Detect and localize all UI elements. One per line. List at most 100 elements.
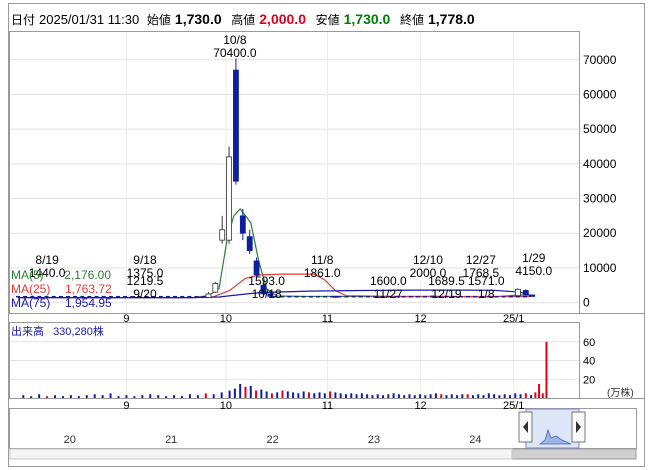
ma75-legend: MA(75) 1,954.95 [11,296,112,310]
volume-title-label: 出来高 [11,326,44,338]
price-annotation: 11/8 [311,253,334,267]
volume-bar [165,396,168,398]
volume-bar [434,393,437,398]
price-annotation: 4150.0 [515,264,552,278]
price-annotation: 1571.0 [468,274,505,288]
navigator-label: 20 [64,434,76,446]
volume-bar [519,394,522,398]
price-annotation: 1861.0 [304,266,341,280]
volume-bar [461,394,464,398]
close-label: 終値 [399,13,424,27]
volume-bar [541,393,544,398]
ma5-legend-value: 2,176.00 [64,268,112,282]
candle-body [522,290,529,296]
volume-bar [545,341,548,398]
volume-bar [228,390,231,398]
price-tick-label: 40000 [583,157,617,171]
price-annotation: 1689.5 [428,274,465,288]
volume-bar [77,396,80,398]
ma75-legend-value: 1,954.95 [64,296,112,310]
volume-bar [360,393,363,398]
navigator-scrollbar-thumb[interactable] [511,448,637,460]
volume-bar [69,395,72,398]
navigator-label: 22 [266,434,278,446]
volume-bar [355,394,358,398]
volume-bar [456,395,459,398]
navigator-label: 21 [165,434,177,446]
ma25-legend: MA(25) 1,763.72 [11,282,112,296]
candle-body [253,260,260,276]
volume-bar [30,396,33,398]
price-tick-label: 70000 [583,53,617,67]
volume-bar [450,394,453,398]
volume-bar [61,396,64,398]
price-tick-label: 10000 [583,261,617,275]
volume-bar [387,394,390,398]
volume-x-tick-label: 9 [123,400,129,412]
volume-bar [344,394,347,398]
volume-bar [376,394,379,398]
volume-bar [482,395,485,398]
volume-tick-label: 40 [583,356,595,368]
volume-bar [54,395,57,398]
volume-bar [524,393,527,398]
volume-bar [323,393,326,398]
volume-bar [220,392,223,398]
price-tick-label: 30000 [583,192,617,206]
volume-bar [276,392,279,398]
volume-bar [408,394,411,398]
volume-bar [307,392,310,398]
candle-body [226,156,232,241]
high-label: 高値 [231,13,256,27]
volume-bar [445,395,448,398]
candle-body [205,293,212,298]
volume-bar [157,395,160,398]
price-annotation: 70400.0 [213,46,257,60]
navigator-label: 24 [469,434,481,446]
volume-bar [117,396,120,398]
price-annotation: 11/27 [374,287,403,301]
volume-x-tick-label: 12 [414,400,426,412]
volume-bar [498,395,501,398]
candle-body [246,236,253,251]
navigator-scrollbar-track[interactable] [9,448,513,460]
volume-bar [471,395,474,398]
candle-body [529,294,536,297]
volume-bar [85,395,88,398]
ma5-legend-label: MA(5) [11,268,44,282]
volume-bar [292,392,295,398]
ma-legend: MA(5) 2,176.00 MA(25) 1,763.72 MA(75) 1,… [11,268,112,310]
date-value: 2025/01/31 11:30 [39,12,140,27]
low-value: 1,730.0 [343,11,391,27]
volume-bar [382,395,385,398]
price-annotation: 12/27 [466,253,496,267]
volume-bar [286,391,289,398]
volume-bar [339,393,342,398]
candle-body [219,229,226,241]
volume-bar [233,388,236,398]
price-x-tick-label: 12 [414,313,426,325]
volume-bar [141,395,144,398]
volume-bar [318,392,321,398]
volume-bar [466,394,469,398]
price-tick-label: 60000 [583,87,617,101]
volume-bar [493,394,496,398]
volume-bar [196,395,199,398]
high-value: 2,000.0 [259,11,306,27]
volume-bar [413,395,416,398]
ma5-legend: MA(5) 2,176.00 [11,268,112,282]
price-annotation: 10/8 [223,33,247,47]
volume-bar [429,394,432,398]
volume-bar [297,393,300,398]
volume-bar [424,395,427,398]
price-annotation: 1219.5 [127,274,164,288]
volume-bar [366,394,369,398]
volume-tick-label: 60 [583,337,595,349]
volume-title-value: 330,280株 [53,326,104,338]
volume-bar [514,393,517,398]
volume-bar [534,392,537,398]
volume-bar [403,395,406,398]
open-label: 始値 [146,13,171,27]
price-tick-label: 50000 [583,122,617,136]
volume-bar [313,393,316,398]
